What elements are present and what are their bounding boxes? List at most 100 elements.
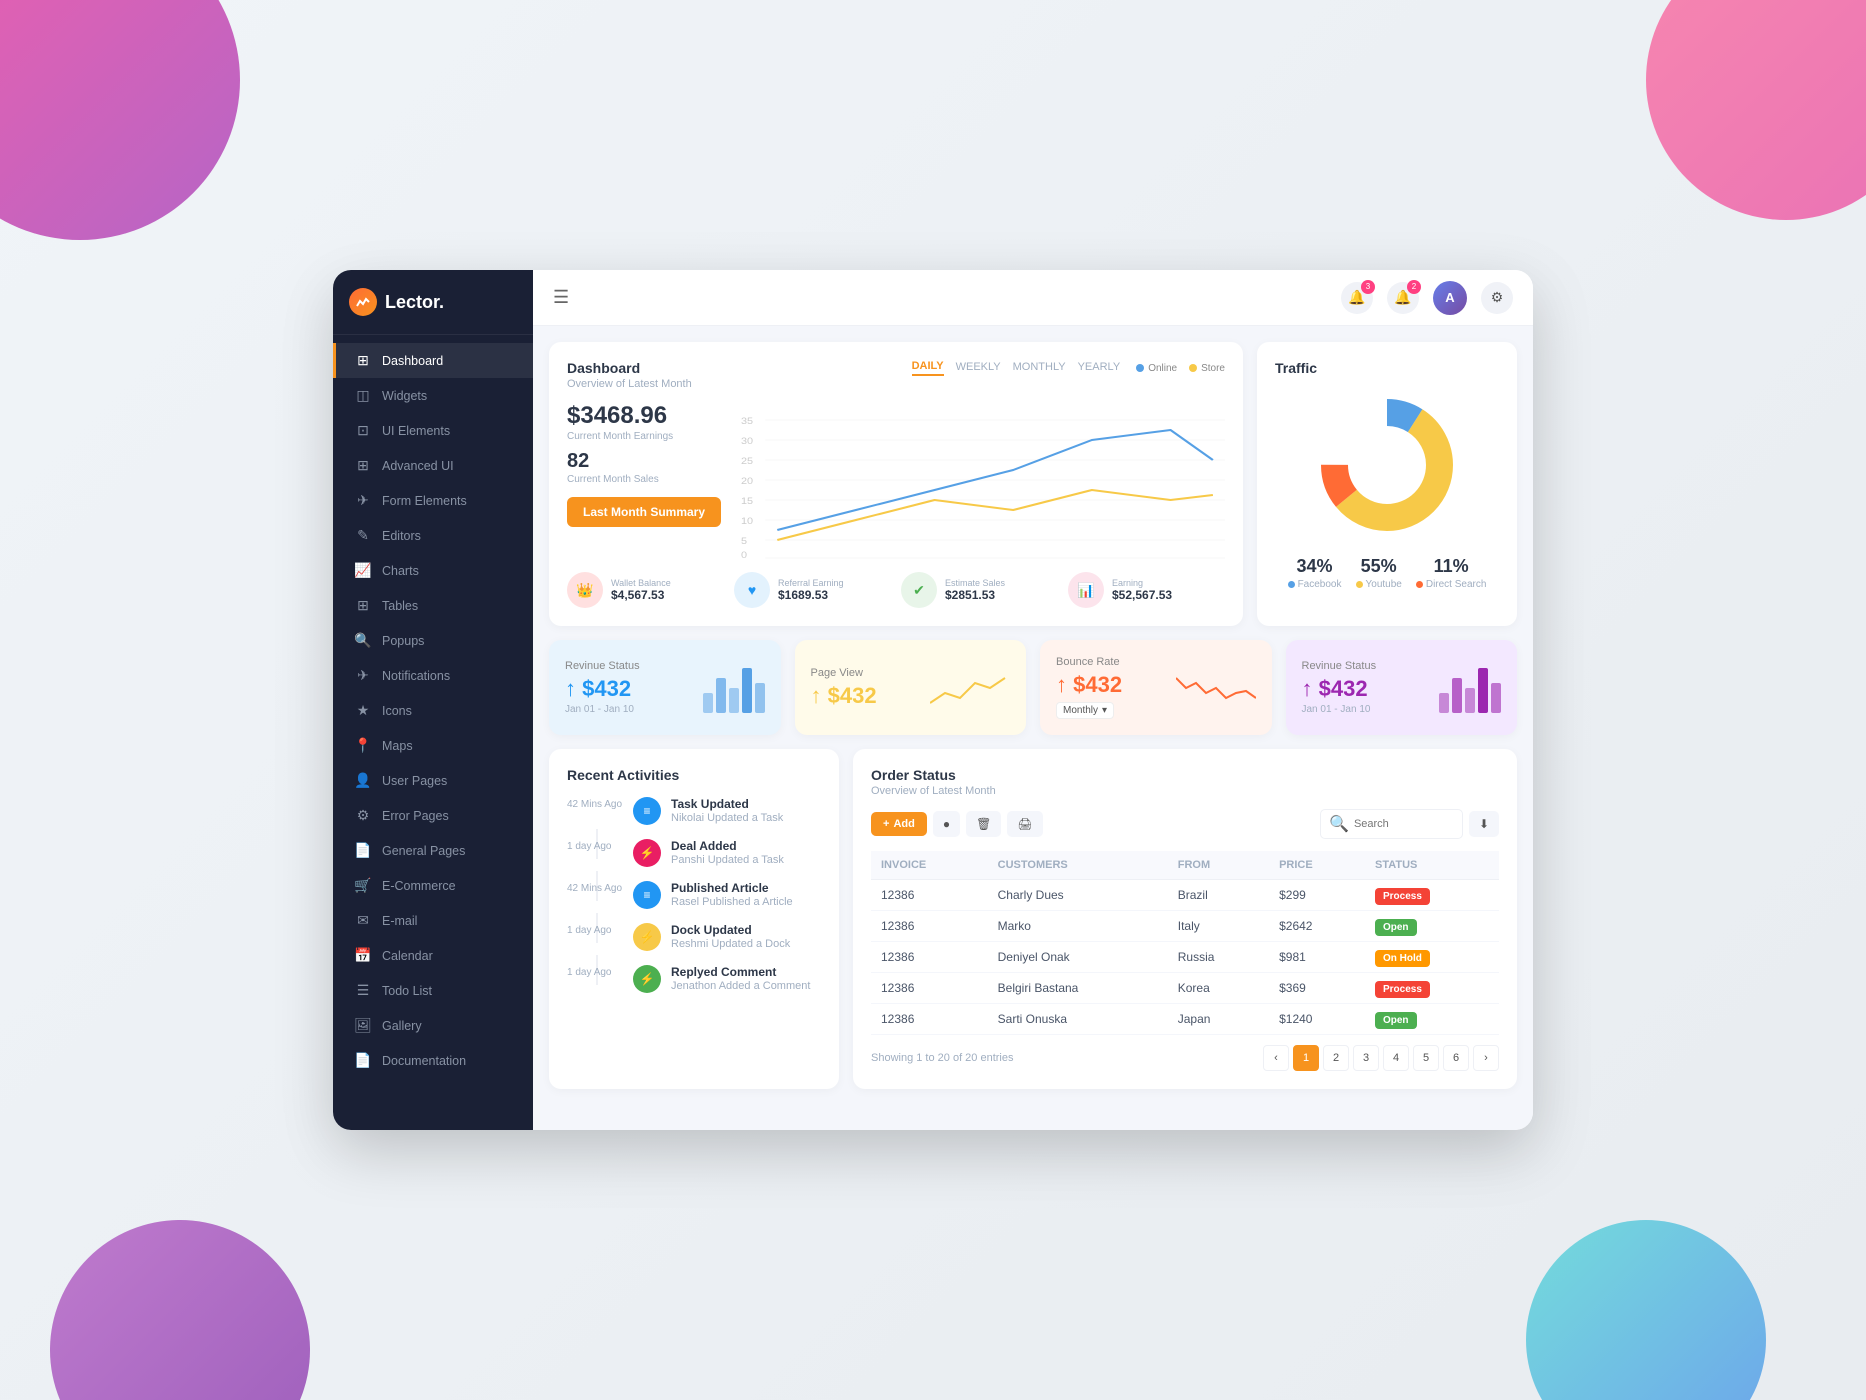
- advanced-ui-icon: ⊞: [354, 457, 372, 474]
- stat-wallet-info: Wallet Balance $4,567.53: [611, 578, 671, 602]
- cell-customer: Charly Dues: [988, 880, 1168, 911]
- summary-button[interactable]: Last Month Summary: [567, 497, 721, 527]
- page-button-2[interactable]: 2: [1323, 1045, 1349, 1071]
- sidebar-item-ui-elements[interactable]: ⊡ UI Elements: [333, 413, 533, 448]
- sidebar-item-general-pages[interactable]: 📄 General Pages: [333, 833, 533, 868]
- print-button[interactable]: 🖨: [1007, 811, 1042, 837]
- chart-title: Dashboard: [567, 360, 692, 376]
- sidebar-item-user-pages[interactable]: 👤 User Pages: [333, 763, 533, 798]
- activity-event: Replyed Comment: [671, 965, 810, 979]
- sidebar-item-maps[interactable]: 📍 Maps: [333, 728, 533, 763]
- general-pages-icon: 📄: [354, 842, 372, 859]
- sidebar-logo: Lector.: [333, 270, 533, 335]
- activity-desc: Rasel Published a Article: [671, 896, 793, 908]
- alerts-icon[interactable]: 🔔 2: [1387, 282, 1419, 314]
- sidebar-item-tables[interactable]: ⊞ Tables: [333, 588, 533, 623]
- col-price: PRICE: [1269, 851, 1365, 880]
- sidebar-nav: ⊞ Dashboard◫ Widgets⊡ UI Elements⊞ Advan…: [333, 335, 533, 1130]
- sidebar-item-advanced-ui[interactable]: ⊞ Advanced UI: [333, 448, 533, 483]
- stat-sales-info: Estimate Sales $2851.53: [945, 578, 1005, 602]
- cell-invoice: 12386: [871, 880, 988, 911]
- sidebar-item-calendar[interactable]: 📅 Calendar: [333, 938, 533, 973]
- page-button-6[interactable]: 6: [1443, 1045, 1469, 1071]
- error-pages-icon: ⚙: [354, 807, 372, 824]
- search-input[interactable]: [1354, 818, 1454, 830]
- search-icon: 🔍: [1329, 814, 1349, 834]
- sidebar-item-dashboard[interactable]: ⊞ Dashboard: [333, 343, 533, 378]
- page-button-4[interactable]: 4: [1383, 1045, 1409, 1071]
- bottom-row: Recent Activities 42 Mins Ago ≡ Task Upd…: [549, 749, 1517, 1089]
- activity-dot-icon: ⚡: [633, 923, 661, 951]
- monthly-dropdown[interactable]: Monthly ▾: [1056, 702, 1114, 719]
- chart-header: Dashboard Overview of Latest Month DAILY…: [567, 360, 1225, 390]
- sidebar-label-calendar: Calendar: [382, 949, 433, 963]
- cell-price: $1240: [1269, 1004, 1365, 1035]
- traffic-youtube: 55% Youtube: [1356, 556, 1402, 590]
- sidebar-item-todo-list[interactable]: ☰ Todo List: [333, 973, 533, 1008]
- store-dot: [1189, 364, 1197, 372]
- stat-referral-info: Referral Earning $1689.53: [778, 578, 844, 602]
- chart-tabs: DAILY WEEKLY MONTHLY YEARLY: [912, 360, 1121, 376]
- sidebar-item-icons[interactable]: ★ Icons: [333, 693, 533, 728]
- sidebar-label-editors: Editors: [382, 529, 421, 543]
- direct-dot: [1416, 581, 1423, 588]
- chart-tab-weekly[interactable]: WEEKLY: [956, 361, 1001, 375]
- charts-icon: 📈: [354, 562, 372, 579]
- settings-icon[interactable]: ⚙: [1481, 282, 1513, 314]
- activity-event: Task Updated: [671, 797, 783, 811]
- cell-customer: Deniyel Onak: [988, 942, 1168, 973]
- circle-button[interactable]: ●: [933, 811, 960, 837]
- user-avatar[interactable]: A: [1433, 281, 1467, 315]
- documentation-icon: 📄: [354, 1052, 372, 1069]
- cell-from: Korea: [1168, 973, 1269, 1004]
- page-button-5[interactable]: 5: [1413, 1045, 1439, 1071]
- sidebar-item-error-pages[interactable]: ⚙ Error Pages: [333, 798, 533, 833]
- wallet-icon: 👑: [567, 572, 603, 608]
- stat-sales: ✔ Estimate Sales $2851.53: [901, 572, 1058, 608]
- chart-titles: Dashboard Overview of Latest Month: [567, 360, 692, 390]
- bounce-chart: [1176, 663, 1256, 713]
- page-button-1[interactable]: 1: [1293, 1045, 1319, 1071]
- notifications-icon[interactable]: 🔔 3: [1341, 282, 1373, 314]
- page-button-3[interactable]: 3: [1353, 1045, 1379, 1071]
- sidebar-item-widgets[interactable]: ◫ Widgets: [333, 378, 533, 413]
- cell-price: $369: [1269, 973, 1365, 1004]
- chart-tab-daily[interactable]: DAILY: [912, 360, 944, 376]
- cell-customer: Marko: [988, 911, 1168, 942]
- menu-icon[interactable]: ☰: [553, 287, 569, 308]
- sales-label: Current Month Sales: [567, 474, 721, 485]
- add-button[interactable]: + Add: [871, 812, 927, 836]
- sidebar-item-charts[interactable]: 📈 Charts: [333, 553, 533, 588]
- sidebar-item-popups[interactable]: 🔍 Popups: [333, 623, 533, 658]
- cell-from: Japan: [1168, 1004, 1269, 1035]
- svg-text:30: 30: [741, 437, 754, 447]
- export-button[interactable]: ⬇: [1469, 811, 1499, 837]
- donut-chart: [1312, 390, 1462, 540]
- sidebar-item-gallery[interactable]: 🖼 Gallery: [333, 1008, 533, 1043]
- svg-text:5: 5: [741, 537, 748, 547]
- sidebar-item-editors[interactable]: ✎ Editors: [333, 518, 533, 553]
- facebook-dot: [1288, 581, 1295, 588]
- sidebar-item-documentation[interactable]: 📄 Documentation: [333, 1043, 533, 1078]
- table-header-row: INVOICE CUSTOMERS FROM PRICE STATUS: [871, 851, 1499, 880]
- sidebar-item-notifications[interactable]: ✈ Notifications: [333, 658, 533, 693]
- logo-text: Lector.: [385, 292, 444, 313]
- sidebar-item-form-elements[interactable]: ✈ Form Elements: [333, 483, 533, 518]
- cell-from: Italy: [1168, 911, 1269, 942]
- prev-page-button[interactable]: ‹: [1263, 1045, 1289, 1071]
- sidebar-item-e-mail[interactable]: ✉ E-mail: [333, 903, 533, 938]
- cell-status: Process: [1365, 880, 1499, 911]
- maps-icon: 📍: [354, 737, 372, 754]
- activity-time: 1 day Ago: [567, 965, 623, 978]
- next-page-button[interactable]: ›: [1473, 1045, 1499, 1071]
- trash-button[interactable]: 🗑: [966, 811, 1001, 837]
- chart-tab-yearly[interactable]: YEARLY: [1078, 361, 1121, 375]
- cell-price: $299: [1269, 880, 1365, 911]
- activity-dot-icon: ⚡: [633, 965, 661, 993]
- order-toolbar: + Add ● 🗑 🖨 🔍 ⬇: [871, 809, 1499, 839]
- table-row: 12386 Deniyel Onak Russia $981 On Hold: [871, 942, 1499, 973]
- sidebar-item-e-commerce[interactable]: 🛒 E-Commerce: [333, 868, 533, 903]
- chart-body: $3468.96 Current Month Earnings 82 Curre…: [567, 402, 1225, 560]
- svg-text:10: 10: [741, 517, 754, 527]
- chart-tab-monthly[interactable]: MONTHLY: [1013, 361, 1066, 375]
